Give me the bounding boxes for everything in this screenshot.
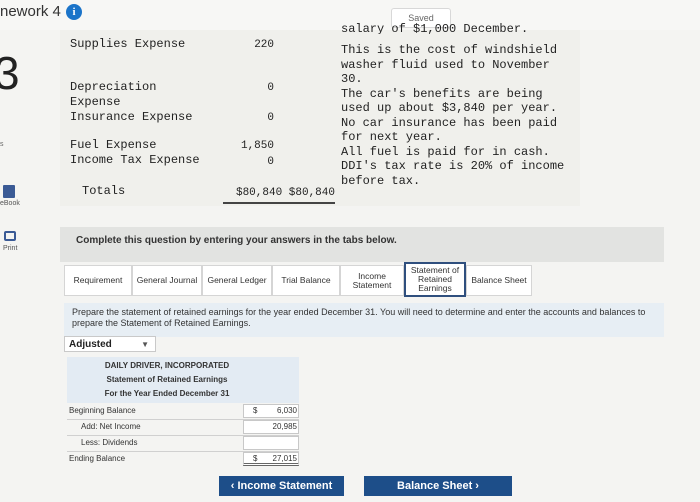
row-label[interactable]: Beginning Balance xyxy=(69,406,136,415)
tab-requirement[interactable]: Requirement xyxy=(64,265,132,296)
tab-balance-sheet[interactable]: Balance Sheet xyxy=(466,265,532,296)
ledger-row-amount: 0 xyxy=(267,82,274,94)
instruction-banner: Complete this question by entering your … xyxy=(60,227,664,262)
statement-header: DAILY DRIVER, INCORPORATED Statement of … xyxy=(67,357,299,403)
row-label[interactable]: Add: Net Income xyxy=(81,422,141,431)
row-label[interactable]: Less: Dividends xyxy=(81,438,137,447)
tab-trial-balance[interactable]: Trial Balance xyxy=(272,265,340,296)
ledger-row-amount: 1,850 xyxy=(240,140,274,152)
ledger-row-label: Fuel Expense xyxy=(70,138,157,152)
row-value: 27,015 xyxy=(272,454,297,463)
totals-label: Totals xyxy=(82,184,126,198)
statement-company: DAILY DRIVER, INCORPORATED xyxy=(104,361,230,370)
value-input[interactable] xyxy=(243,436,299,450)
totals-underline xyxy=(223,202,335,204)
adjusted-select[interactable]: Adjusted ▼ xyxy=(64,336,156,352)
info-icon[interactable]: i xyxy=(66,4,82,20)
ledger-row-amount: 220 xyxy=(254,39,274,51)
row-value: 6,030 xyxy=(276,406,297,415)
ledger-table: Supplies Expense 220 Depreciation Expens… xyxy=(60,22,580,206)
ledger-row-label: Insurance Expense xyxy=(70,110,193,124)
statement-row: Add: Net Income 20,985 xyxy=(67,420,299,436)
ledger-row-label: Supplies Expense xyxy=(70,37,186,51)
statement-row: Ending Balance $ 27,015 xyxy=(67,452,299,467)
notes-cut-line: salary of $1,000 December. xyxy=(341,22,529,34)
chevron-down-icon: ▼ xyxy=(141,340,149,349)
row-value: 20,985 xyxy=(272,422,297,431)
tab-general-ledger[interactable]: General Ledger xyxy=(202,265,272,296)
print-icon[interactable] xyxy=(4,231,16,241)
tab-bar: Requirement General Journal General Ledg… xyxy=(64,262,534,300)
tab-description: Prepare the statement of retained earnin… xyxy=(64,303,664,337)
homework-title: nework 4 xyxy=(0,3,61,20)
totals-values: $80,840 $80,840 xyxy=(235,187,335,199)
ebook-icon[interactable] xyxy=(3,185,15,198)
statement-period: For the Year Ended December 31 xyxy=(104,389,230,398)
tab-income-statement[interactable]: Income Statement xyxy=(340,265,404,296)
ledger-row-amount: 0 xyxy=(267,112,274,124)
sidebar-fragment: s xyxy=(0,141,4,148)
print-label[interactable]: Print xyxy=(3,245,17,252)
ledger-row-label: Income Tax Expense xyxy=(70,153,200,167)
ebook-label[interactable]: eBook xyxy=(0,200,20,207)
tab-statement-of-retained-earnings[interactable]: Statement of Retained Earnings xyxy=(404,262,466,297)
ledger-notes: This is the cost of windshield washer fl… xyxy=(341,43,565,188)
statement-row: Less: Dividends xyxy=(67,436,299,452)
row-label[interactable]: Ending Balance xyxy=(69,454,125,463)
ledger-row-label: Depreciation Expense xyxy=(70,80,157,109)
next-balance-sheet-button[interactable]: Balance Sheet › xyxy=(364,476,512,496)
statement-name: Statement of Retained Earnings xyxy=(106,375,228,384)
tab-general-journal[interactable]: General Journal xyxy=(132,265,202,296)
prev-income-statement-button[interactable]: ‹ Income Statement xyxy=(219,476,344,496)
adjusted-select-value: Adjusted xyxy=(69,339,112,350)
statement-row: Beginning Balance $ 6,030 xyxy=(67,404,299,420)
ledger-row-amount: 0 xyxy=(267,156,274,168)
question-number: 3 xyxy=(0,47,20,99)
